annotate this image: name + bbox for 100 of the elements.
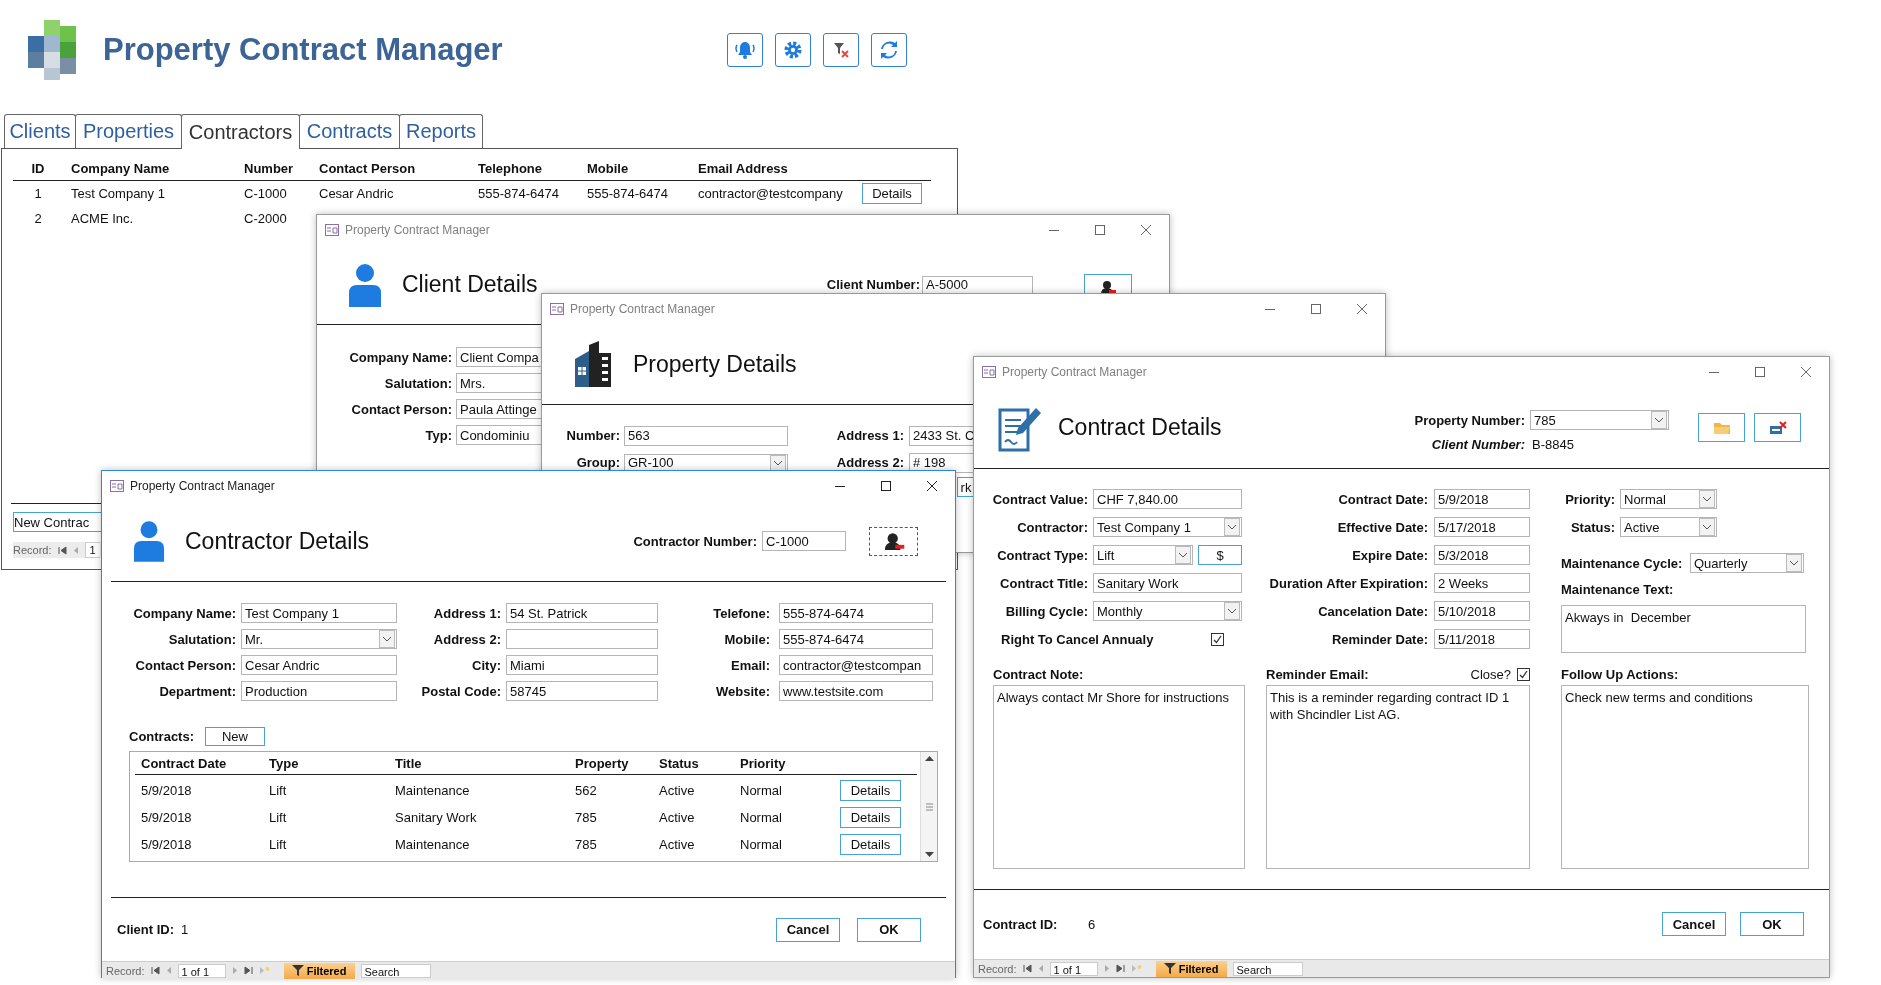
- field-label: Number:: [565, 428, 620, 443]
- open-folder-button[interactable]: [1698, 413, 1745, 442]
- alarm-button[interactable]: [727, 33, 763, 67]
- column-header: Number: [244, 160, 295, 176]
- date-field[interactable]: 5/11/2018: [1434, 629, 1530, 649]
- date-field[interactable]: 5/3/2018: [1434, 545, 1530, 565]
- dropdown[interactable]: Normal: [1620, 489, 1717, 509]
- details-button[interactable]: Details: [840, 780, 901, 801]
- filter-toggle-button[interactable]: Filtered: [1155, 960, 1227, 977]
- field-label: Email:: [730, 657, 770, 673]
- text-field[interactable]: Production: [241, 681, 397, 701]
- table-cell-text: C-2000: [244, 211, 288, 226]
- new-button[interactable]: New: [205, 727, 265, 746]
- text-field[interactable]: CHF 7,840.00: [1093, 489, 1242, 509]
- last-record-icon[interactable]: [1115, 964, 1125, 973]
- window-title: Property Contract Manager: [1002, 365, 1147, 379]
- checkbox[interactable]: [1211, 632, 1224, 646]
- text-field[interactable]: 555-874-6474: [779, 629, 933, 649]
- text-field[interactable]: [506, 629, 658, 649]
- date-field[interactable]: 5/9/2018: [1434, 489, 1530, 509]
- record-number-field[interactable]: 1 of 1: [1049, 961, 1098, 976]
- table-cell-text: Maintenance: [395, 837, 471, 852]
- first-record-icon[interactable]: [1022, 964, 1032, 973]
- scrollbar[interactable]: [920, 752, 937, 861]
- dialog-heading: Contract Details: [1058, 414, 1222, 441]
- details-button[interactable]: Details: [862, 183, 922, 204]
- delete-button[interactable]: [1754, 413, 1801, 442]
- text-field[interactable]: Paula Attinge: [456, 399, 542, 419]
- table-cell-text: 5/9/2018: [141, 837, 193, 852]
- checkbox[interactable]: [1517, 667, 1530, 681]
- person-button[interactable]: [869, 526, 918, 556]
- search-field[interactable]: Search: [1232, 961, 1303, 976]
- date-field[interactable]: 5/10/2018: [1434, 601, 1530, 621]
- first-record-icon[interactable]: [150, 966, 160, 975]
- record-number-field[interactable]: 1 of 1: [177, 963, 226, 978]
- dropdown[interactable]: Test Company 1: [1093, 517, 1242, 537]
- text-field[interactable]: contractor@testcompan: [779, 655, 933, 675]
- date-field[interactable]: 5/17/2018: [1434, 517, 1530, 537]
- text-field[interactable]: Sanitary Work: [1093, 573, 1242, 593]
- person-button[interactable]: [1084, 274, 1132, 294]
- app-title: Property Contract Manager: [103, 32, 504, 68]
- text-field[interactable]: 58745: [506, 681, 658, 701]
- currency-button[interactable]: $: [1198, 545, 1242, 565]
- tab[interactable]: Clients: [4, 114, 76, 148]
- dropdown[interactable]: Monthly: [1093, 601, 1242, 621]
- clear-filter-button[interactable]: [823, 33, 859, 67]
- filter-toggle-button[interactable]: Filtered: [283, 962, 355, 979]
- search-field[interactable]: Search: [360, 963, 431, 978]
- dialog-button[interactable]: Cancel: [1662, 912, 1726, 936]
- dropdown[interactable]: 785: [1530, 410, 1669, 430]
- text-field[interactable]: www.testsite.com: [779, 681, 933, 701]
- settings-button[interactable]: [775, 33, 811, 67]
- table-cell-text: Lift: [269, 837, 288, 852]
- table-cell-text: ACME Inc.: [70, 211, 135, 226]
- text-field[interactable]: 555-874-6474: [779, 603, 933, 623]
- dropdown[interactable]: Lift: [1093, 545, 1193, 565]
- text-area[interactable]: Check new terms and conditions: [1561, 685, 1809, 869]
- field-label: Company Name:: [348, 349, 452, 365]
- dropdown[interactable]: GR-100: [624, 453, 788, 472]
- table-cell-text: 1: [33, 186, 43, 201]
- dropdown[interactable]: Quarterly: [1690, 553, 1804, 573]
- tab[interactable]: Contractors: [181, 114, 300, 149]
- tab[interactable]: Reports: [399, 114, 483, 148]
- last-record-icon[interactable]: [243, 966, 253, 975]
- text-area[interactable]: Always contact Mr Shore for instructions: [993, 685, 1245, 869]
- dialog-button[interactable]: OK: [857, 917, 921, 942]
- table-cell-text: 555-874-6474: [478, 186, 560, 201]
- details-button[interactable]: Details: [840, 834, 901, 855]
- text-field[interactable]: Cesar Andric: [241, 655, 397, 675]
- gear-icon: [783, 40, 803, 60]
- text-field[interactable]: Test Company 1: [241, 603, 397, 623]
- text-field[interactable]: 54 St. Patrick: [506, 603, 658, 623]
- refresh-button[interactable]: [871, 33, 907, 67]
- field-label: Address 1:: [835, 428, 904, 443]
- date-field[interactable]: 2 Weeks: [1434, 573, 1530, 593]
- dialog-button[interactable]: Cancel: [776, 917, 840, 942]
- text-field[interactable]: Mrs.: [456, 373, 542, 393]
- dropdown[interactable]: Active: [1620, 517, 1717, 537]
- field-label: Maintenance Text:: [1561, 581, 1675, 599]
- text-field[interactable]: Client Compa: [456, 347, 542, 367]
- table-cell-text: Normal: [740, 837, 783, 852]
- text-field[interactable]: # 198: [909, 452, 974, 473]
- text-field[interactable]: 2433 St. C: [909, 425, 974, 446]
- text-area[interactable]: This is a reminder regarding contract ID 1 with Shcindler List AG.: [1266, 685, 1530, 869]
- text-area[interactable]: Akways in December: [1561, 605, 1806, 653]
- table-cell-text: Normal: [740, 783, 783, 798]
- field-label: Follow Up Actions:: [1561, 666, 1679, 682]
- client-number-field[interactable]: A-5000: [922, 275, 1033, 294]
- text-field[interactable]: Miami: [506, 655, 658, 675]
- text-field[interactable]: 563: [624, 425, 788, 446]
- table-cell-text: 5/9/2018: [141, 783, 193, 798]
- dropdown[interactable]: Mr.: [241, 629, 397, 649]
- contractor-number-field[interactable]: C-1000: [762, 531, 846, 551]
- dialog-button[interactable]: OK: [1740, 912, 1804, 936]
- contract-id-value: 6: [1088, 916, 1096, 932]
- details-button[interactable]: Details: [840, 807, 901, 828]
- first-record-icon[interactable]: [57, 545, 67, 555]
- text-field[interactable]: Condominiu: [456, 425, 542, 445]
- record-number-field[interactable]: 1: [84, 542, 100, 558]
- new-contract-button[interactable]: New Contrac: [13, 512, 103, 532]
